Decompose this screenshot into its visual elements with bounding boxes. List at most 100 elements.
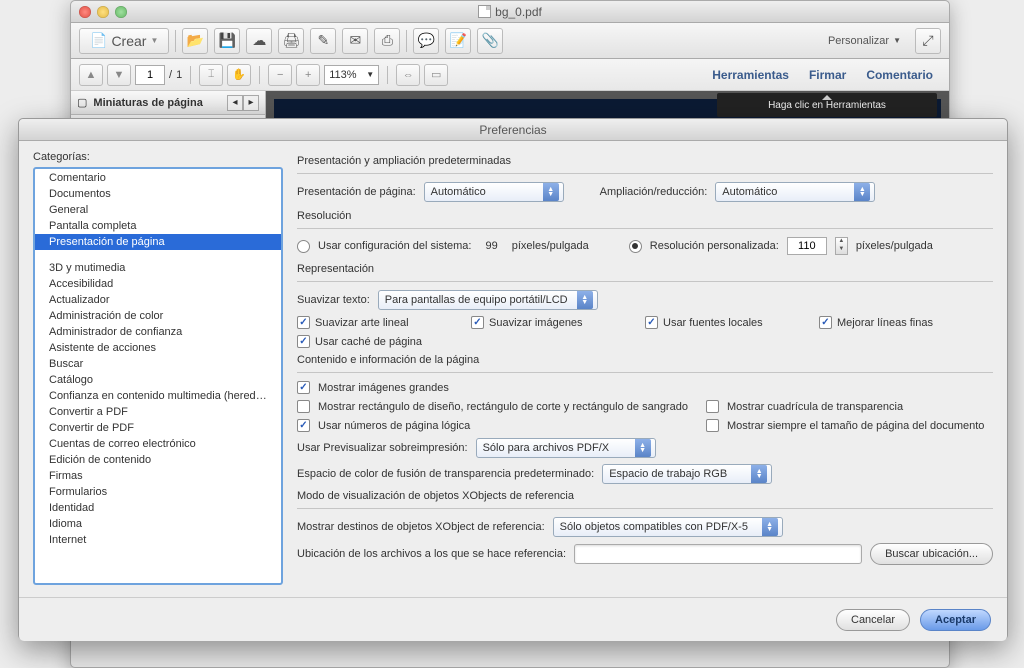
category-item[interactable]: Idioma bbox=[35, 516, 281, 532]
chevron-down-icon: ▼ bbox=[150, 36, 158, 45]
mail-button[interactable]: ✉ bbox=[342, 28, 368, 54]
category-item[interactable]: Actualizador bbox=[35, 292, 281, 308]
open-button[interactable]: 📂 bbox=[182, 28, 208, 54]
category-item[interactable]: Internet bbox=[35, 532, 281, 548]
zoom-select[interactable]: Automático▲▼ bbox=[715, 182, 875, 202]
hand-tool-button[interactable]: ✋ bbox=[227, 64, 251, 86]
smooth-images-checkbox[interactable] bbox=[471, 316, 484, 329]
primary-toolbar: 📄 Crear ▼ 📂 💾 ☁ 🖨 ✎ ✉ ⎙ 💬 📝 📎 Personaliz… bbox=[71, 23, 949, 59]
smooth-text-select[interactable]: Para pantallas de equipo portátil/LCD▲▼ bbox=[378, 290, 598, 310]
blend-colorspace-label: Espacio de color de fusión de transparen… bbox=[297, 468, 594, 480]
category-item[interactable]: Cuentas de correo electrónico bbox=[35, 436, 281, 452]
section-xobjects-title: Modo de visualización de objetos XObject… bbox=[297, 490, 993, 502]
cancel-button[interactable]: Cancelar bbox=[836, 609, 910, 631]
zoom-out-button[interactable]: − bbox=[268, 64, 292, 86]
page-cache-checkbox[interactable] bbox=[297, 335, 310, 348]
category-item[interactable]: Documentos bbox=[35, 186, 281, 202]
referenced-files-location-label: Ubicación de los archivos a los que se h… bbox=[297, 548, 566, 560]
transparency-grid-checkbox[interactable] bbox=[706, 400, 719, 413]
category-item[interactable]: Edición de contenido bbox=[35, 452, 281, 468]
category-item[interactable]: 3D y mutimedia bbox=[35, 260, 281, 276]
category-item[interactable]: Asistente de acciones bbox=[35, 340, 281, 356]
category-item[interactable]: Confianza en contenido multimedia (hered… bbox=[35, 388, 281, 404]
thumbnails-title: Miniaturas de página bbox=[93, 97, 202, 109]
mail-icon: ✉ bbox=[350, 32, 362, 49]
category-item[interactable]: Administrador de confianza bbox=[35, 324, 281, 340]
print-button[interactable]: 🖨 bbox=[278, 28, 304, 54]
select-tool-button[interactable]: ⌶ bbox=[199, 64, 223, 86]
local-fonts-checkbox[interactable] bbox=[645, 316, 658, 329]
edit-button[interactable]: ✎ bbox=[310, 28, 336, 54]
window-title: bg_0.pdf bbox=[71, 5, 949, 19]
xobject-targets-select[interactable]: Sólo objetos compatibles con PDF/X-5▲▼ bbox=[553, 517, 783, 537]
referenced-files-location-input[interactable] bbox=[574, 544, 862, 564]
create-button[interactable]: 📄 Crear ▼ bbox=[79, 28, 169, 54]
category-item[interactable]: Convertir de PDF bbox=[35, 420, 281, 436]
zoom-label: Ampliación/reducción: bbox=[600, 186, 708, 198]
blend-colorspace-select[interactable]: Espacio de trabajo RGB▲▼ bbox=[602, 464, 772, 484]
save-button[interactable]: 💾 bbox=[214, 28, 240, 54]
category-item[interactable]: Buscar bbox=[35, 356, 281, 372]
category-item[interactable]: Firmas bbox=[35, 468, 281, 484]
page-layout-select[interactable]: Automático▲▼ bbox=[424, 182, 564, 202]
scan-button[interactable]: ⎙ bbox=[374, 28, 400, 54]
thin-lines-checkbox[interactable] bbox=[819, 316, 832, 329]
category-item[interactable]: Comentario bbox=[35, 170, 281, 186]
fit-page-button[interactable]: ▭ bbox=[424, 64, 448, 86]
tab-comment[interactable]: Comentario bbox=[858, 68, 941, 82]
section-resolution-title: Resolución bbox=[297, 210, 993, 222]
separator bbox=[175, 30, 176, 52]
fit-width-button[interactable]: ⇔ bbox=[396, 64, 420, 86]
logical-page-numbers-checkbox[interactable] bbox=[297, 419, 310, 432]
resolution-custom-input[interactable] bbox=[787, 237, 827, 255]
category-item[interactable]: Presentación de página bbox=[35, 234, 281, 250]
scan-icon: ⎙ bbox=[382, 32, 393, 49]
page-input[interactable] bbox=[135, 65, 165, 85]
comment-bubble-button[interactable]: 💬 bbox=[413, 28, 439, 54]
category-item[interactable]: Identidad bbox=[35, 500, 281, 516]
customize-button[interactable]: Personalizar ▼ bbox=[820, 35, 909, 47]
attach-button[interactable]: 📎 bbox=[477, 28, 503, 54]
always-show-page-size-checkbox[interactable] bbox=[706, 419, 719, 432]
smooth-line-art-checkbox[interactable] bbox=[297, 316, 310, 329]
browse-location-button[interactable]: Buscar ubicación... bbox=[870, 543, 993, 565]
cloud-button[interactable]: ☁ bbox=[246, 28, 272, 54]
page-down-button[interactable]: ▼ bbox=[107, 64, 131, 86]
resolution-custom-label: Resolución personalizada: bbox=[650, 240, 779, 252]
page-separator: / bbox=[169, 69, 172, 81]
section-presentation-title: Presentación y ampliación predeterminada… bbox=[297, 155, 993, 167]
ok-button[interactable]: Aceptar bbox=[920, 609, 991, 631]
overprint-preview-label: Usar Previsualizar sobreimpresión: bbox=[297, 442, 468, 454]
category-item[interactable]: Administración de color bbox=[35, 308, 281, 324]
prev-icon[interactable]: ◂ bbox=[227, 95, 243, 111]
highlight-button[interactable]: 📝 bbox=[445, 28, 471, 54]
category-item[interactable]: Formularios bbox=[35, 484, 281, 500]
category-item[interactable]: General bbox=[35, 202, 281, 218]
category-item[interactable]: Pantalla completa bbox=[35, 218, 281, 234]
next-icon[interactable]: ▸ bbox=[243, 95, 259, 111]
settings-pane: Presentación y ampliación predeterminada… bbox=[283, 151, 993, 597]
category-item[interactable]: Accesibilidad bbox=[35, 276, 281, 292]
tab-tools[interactable]: Herramientas bbox=[704, 68, 797, 82]
categories-list[interactable]: ComentarioDocumentosGeneralPantalla comp… bbox=[33, 167, 283, 585]
overprint-preview-select[interactable]: Sólo para archivos PDF/X▲▼ bbox=[476, 438, 656, 458]
large-images-checkbox[interactable] bbox=[297, 381, 310, 394]
resolution-system-radio[interactable] bbox=[297, 240, 310, 253]
category-item[interactable]: Convertir a PDF bbox=[35, 404, 281, 420]
zoom-in-button[interactable]: + bbox=[296, 64, 320, 86]
resolution-custom-radio[interactable] bbox=[629, 240, 642, 253]
section-rendering-title: Representación bbox=[297, 263, 993, 275]
art-trim-bleed-checkbox[interactable] bbox=[297, 400, 310, 413]
zoom-select[interactable]: 113%▼ bbox=[324, 65, 379, 85]
separator bbox=[190, 66, 191, 84]
categories-label: Categorías: bbox=[33, 151, 283, 163]
fullscreen-button[interactable]: ⤢ bbox=[915, 28, 941, 54]
page-up-button[interactable]: ▲ bbox=[79, 64, 103, 86]
highlight-icon: 📝 bbox=[450, 32, 467, 49]
xobject-targets-label: Mostrar destinos de objetos XObject de r… bbox=[297, 521, 545, 533]
smooth-text-label: Suavizar texto: bbox=[297, 294, 370, 306]
titlebar: bg_0.pdf bbox=[71, 1, 949, 23]
resolution-stepper[interactable]: ▲▼ bbox=[835, 237, 848, 255]
category-item[interactable]: Catálogo bbox=[35, 372, 281, 388]
tab-sign[interactable]: Firmar bbox=[801, 68, 854, 82]
